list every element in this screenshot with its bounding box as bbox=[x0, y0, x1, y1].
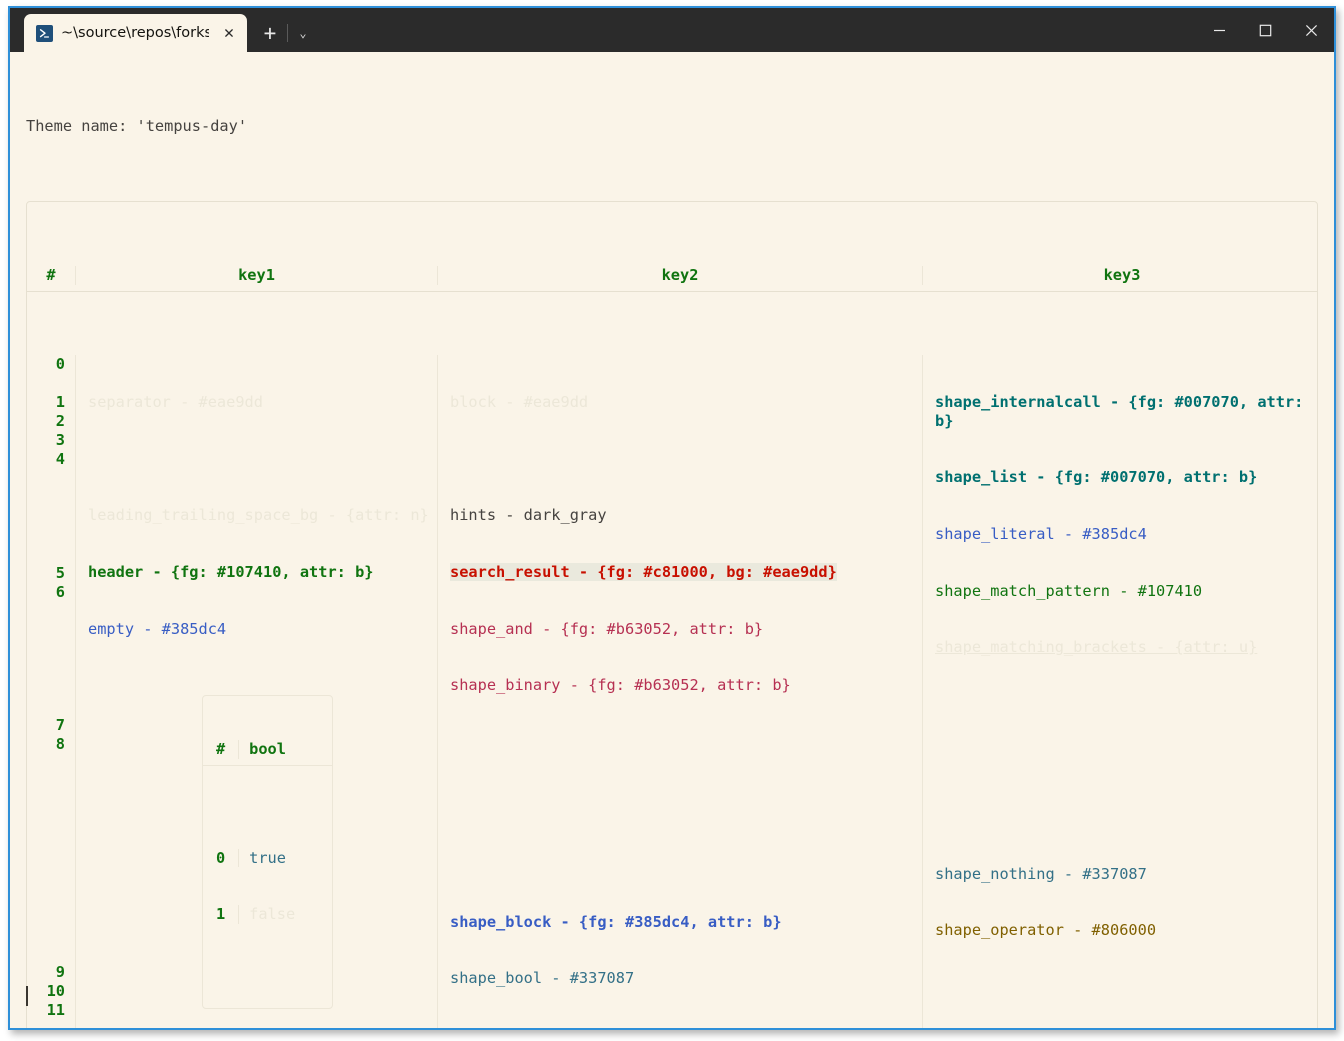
theme-name-line: Theme name: 'tempus-day' bbox=[26, 116, 248, 135]
cell-key2-shape-binary: shape_binary - {fg: #b63052, attr: b} bbox=[450, 676, 916, 695]
tab-close-icon[interactable]: ✕ bbox=[217, 21, 241, 45]
cell-key3-shape-list: shape_list - {fg: #007070, attr: b} bbox=[935, 468, 1315, 487]
nested-row-value: true bbox=[249, 848, 286, 867]
cell-key2-block: block - #eae9dd bbox=[450, 393, 916, 412]
text-cursor bbox=[26, 986, 28, 1006]
row-index-5: 5 bbox=[55, 563, 65, 582]
cell-key1-separator: separator - #eae9dd bbox=[88, 393, 431, 412]
cell-key3-shape-nothing: shape_nothing - #337087 bbox=[935, 865, 1315, 884]
cell-text: shape_block - {fg: #385dc4, attr: b} bbox=[450, 912, 782, 931]
nested-bool-row: 0 true bbox=[203, 848, 332, 868]
cell-text: shape_literal - #385dc4 bbox=[935, 525, 1147, 544]
cell-key2-search-result: search_result - {fg: #c81000, bg: #eae9d… bbox=[450, 562, 916, 582]
column-header-key2: key2 bbox=[438, 265, 923, 285]
nested-row-value: false bbox=[249, 905, 296, 924]
tab-title: ~\source\repos\forks\nu_scrip bbox=[61, 25, 209, 41]
nested-bool-header-index: # bbox=[203, 739, 240, 759]
row-index-2: 2 bbox=[55, 411, 65, 430]
cell-key2-shape-block: shape_block - {fg: #385dc4, attr: b} bbox=[450, 913, 916, 932]
row-index-1: 1 bbox=[55, 392, 65, 411]
cell-text: empty - #385dc4 bbox=[88, 619, 227, 638]
nested-row-index: 1 bbox=[203, 905, 240, 925]
nested-bool-row: 1 false bbox=[203, 905, 332, 925]
cell-text: block - #eae9dd bbox=[450, 392, 589, 411]
column-header-index: # bbox=[27, 265, 76, 285]
column-header-key1: key1 bbox=[76, 265, 438, 285]
cell-key1-empty: empty - #385dc4 bbox=[88, 620, 431, 639]
key1-column: separator - #eae9dd leading_trailing_spa… bbox=[76, 354, 438, 1028]
cell-key3-shape-internalcall: shape_internalcall - {fg: #007070, attr:… bbox=[935, 393, 1315, 431]
cell-text: shape_matching_brackets - {attr: u} bbox=[935, 638, 1258, 657]
title-bar: ~\source\repos\forks\nu_scrip ✕ + ⌄ bbox=[10, 8, 1334, 52]
cell-text: shape_internalcall - {fg: #007070, attr:… bbox=[935, 392, 1313, 430]
row-index-0: 0 bbox=[55, 354, 65, 373]
cell-key2-shape-bool: shape_bool - #337087 bbox=[450, 969, 916, 988]
terminal-window: ~\source\repos\forks\nu_scrip ✕ + ⌄ Them… bbox=[8, 6, 1336, 1030]
row-index-column: 0123456789101112131415161718 bbox=[27, 354, 76, 1028]
maximize-button[interactable] bbox=[1242, 8, 1288, 52]
row-index-4: 4 bbox=[55, 449, 65, 468]
table-header-row: # key1 key2 key3 bbox=[27, 259, 1317, 293]
row-index-6: 6 bbox=[55, 582, 65, 601]
cell-key3-shape-matching-brackets: shape_matching_brackets - {attr: u} bbox=[935, 638, 1315, 657]
nested-bool-body: 0 true 1 false bbox=[203, 804, 332, 970]
theme-table: # key1 key2 key3 01234567891011121314151… bbox=[26, 201, 1318, 1028]
cell-key3-shape-literal: shape_literal - #385dc4 bbox=[935, 525, 1315, 544]
cell-text: shape_bool - #337087 bbox=[450, 969, 635, 988]
cell-key1-leading-trailing-space-bg: leading_trailing_space_bg - {attr: n} bbox=[88, 506, 431, 525]
row-index-11: 11 bbox=[46, 1000, 65, 1019]
cell-key2-hints: hints - dark_gray bbox=[450, 506, 916, 525]
cell-text: separator - #eae9dd bbox=[88, 392, 263, 411]
cell-text: shape_and - {fg: #b63052, attr: b} bbox=[450, 619, 764, 638]
window-controls bbox=[1196, 8, 1334, 52]
new-tab-button[interactable]: + bbox=[253, 14, 287, 52]
column-header-key3: key3 bbox=[1103, 265, 1141, 284]
cell-key2-shape-and: shape_and - {fg: #b63052, attr: b} bbox=[450, 620, 916, 639]
cell-text: shape_nothing - #337087 bbox=[935, 864, 1147, 883]
table-body: 0123456789101112131415161718 separator -… bbox=[27, 349, 1317, 1028]
nested-bool-header-row: # bool bbox=[203, 734, 333, 766]
close-button[interactable] bbox=[1288, 8, 1334, 52]
cell-text: shape_list - {fg: #007070, attr: b} bbox=[935, 468, 1258, 487]
tab-nu-script[interactable]: ~\source\repos\forks\nu_scrip ✕ bbox=[24, 14, 247, 52]
nested-table-bool: # bool 0 true 1 false bbox=[202, 695, 334, 1009]
cell-key3-shape-operator: shape_operator - #806000 bbox=[935, 921, 1315, 940]
terminal-content[interactable]: Theme name: 'tempus-day' # key1 key2 key… bbox=[10, 52, 1334, 1028]
row-index-8: 8 bbox=[55, 734, 65, 753]
row-index-3: 3 bbox=[55, 430, 65, 449]
nested-row-index: 0 bbox=[203, 848, 240, 868]
cell-key3-shape-match-pattern: shape_match_pattern - #107410 bbox=[935, 582, 1315, 601]
cell-key1-header: header - {fg: #107410, attr: b} bbox=[88, 563, 431, 582]
chevron-down-icon[interactable]: ⌄ bbox=[288, 14, 318, 52]
minimize-button[interactable] bbox=[1196, 8, 1242, 52]
cell-text: leading_trailing_space_bg - {attr: n} bbox=[88, 506, 429, 525]
nested-bool-header-value: bool bbox=[249, 739, 286, 758]
cell-text: shape_operator - #806000 bbox=[935, 921, 1157, 940]
cell-text: hints - dark_gray bbox=[450, 506, 607, 525]
cell-text: shape_binary - {fg: #b63052, attr: b} bbox=[450, 676, 791, 695]
cell-text: header - {fg: #107410, attr: b} bbox=[88, 562, 374, 581]
key2-column: block - #eae9dd hints - dark_gray search… bbox=[438, 354, 923, 1028]
row-index-10: 10 bbox=[46, 981, 65, 1000]
key3-column: shape_internalcall - {fg: #007070, attr:… bbox=[923, 355, 1321, 1028]
row-index-9: 9 bbox=[55, 962, 65, 981]
row-index-7: 7 bbox=[55, 715, 65, 734]
cell-text: shape_match_pattern - #107410 bbox=[935, 581, 1203, 600]
cell-text: search_result - {fg: #c81000, bg: #eae9d… bbox=[450, 562, 837, 581]
terminal-prompt-icon bbox=[36, 24, 53, 42]
